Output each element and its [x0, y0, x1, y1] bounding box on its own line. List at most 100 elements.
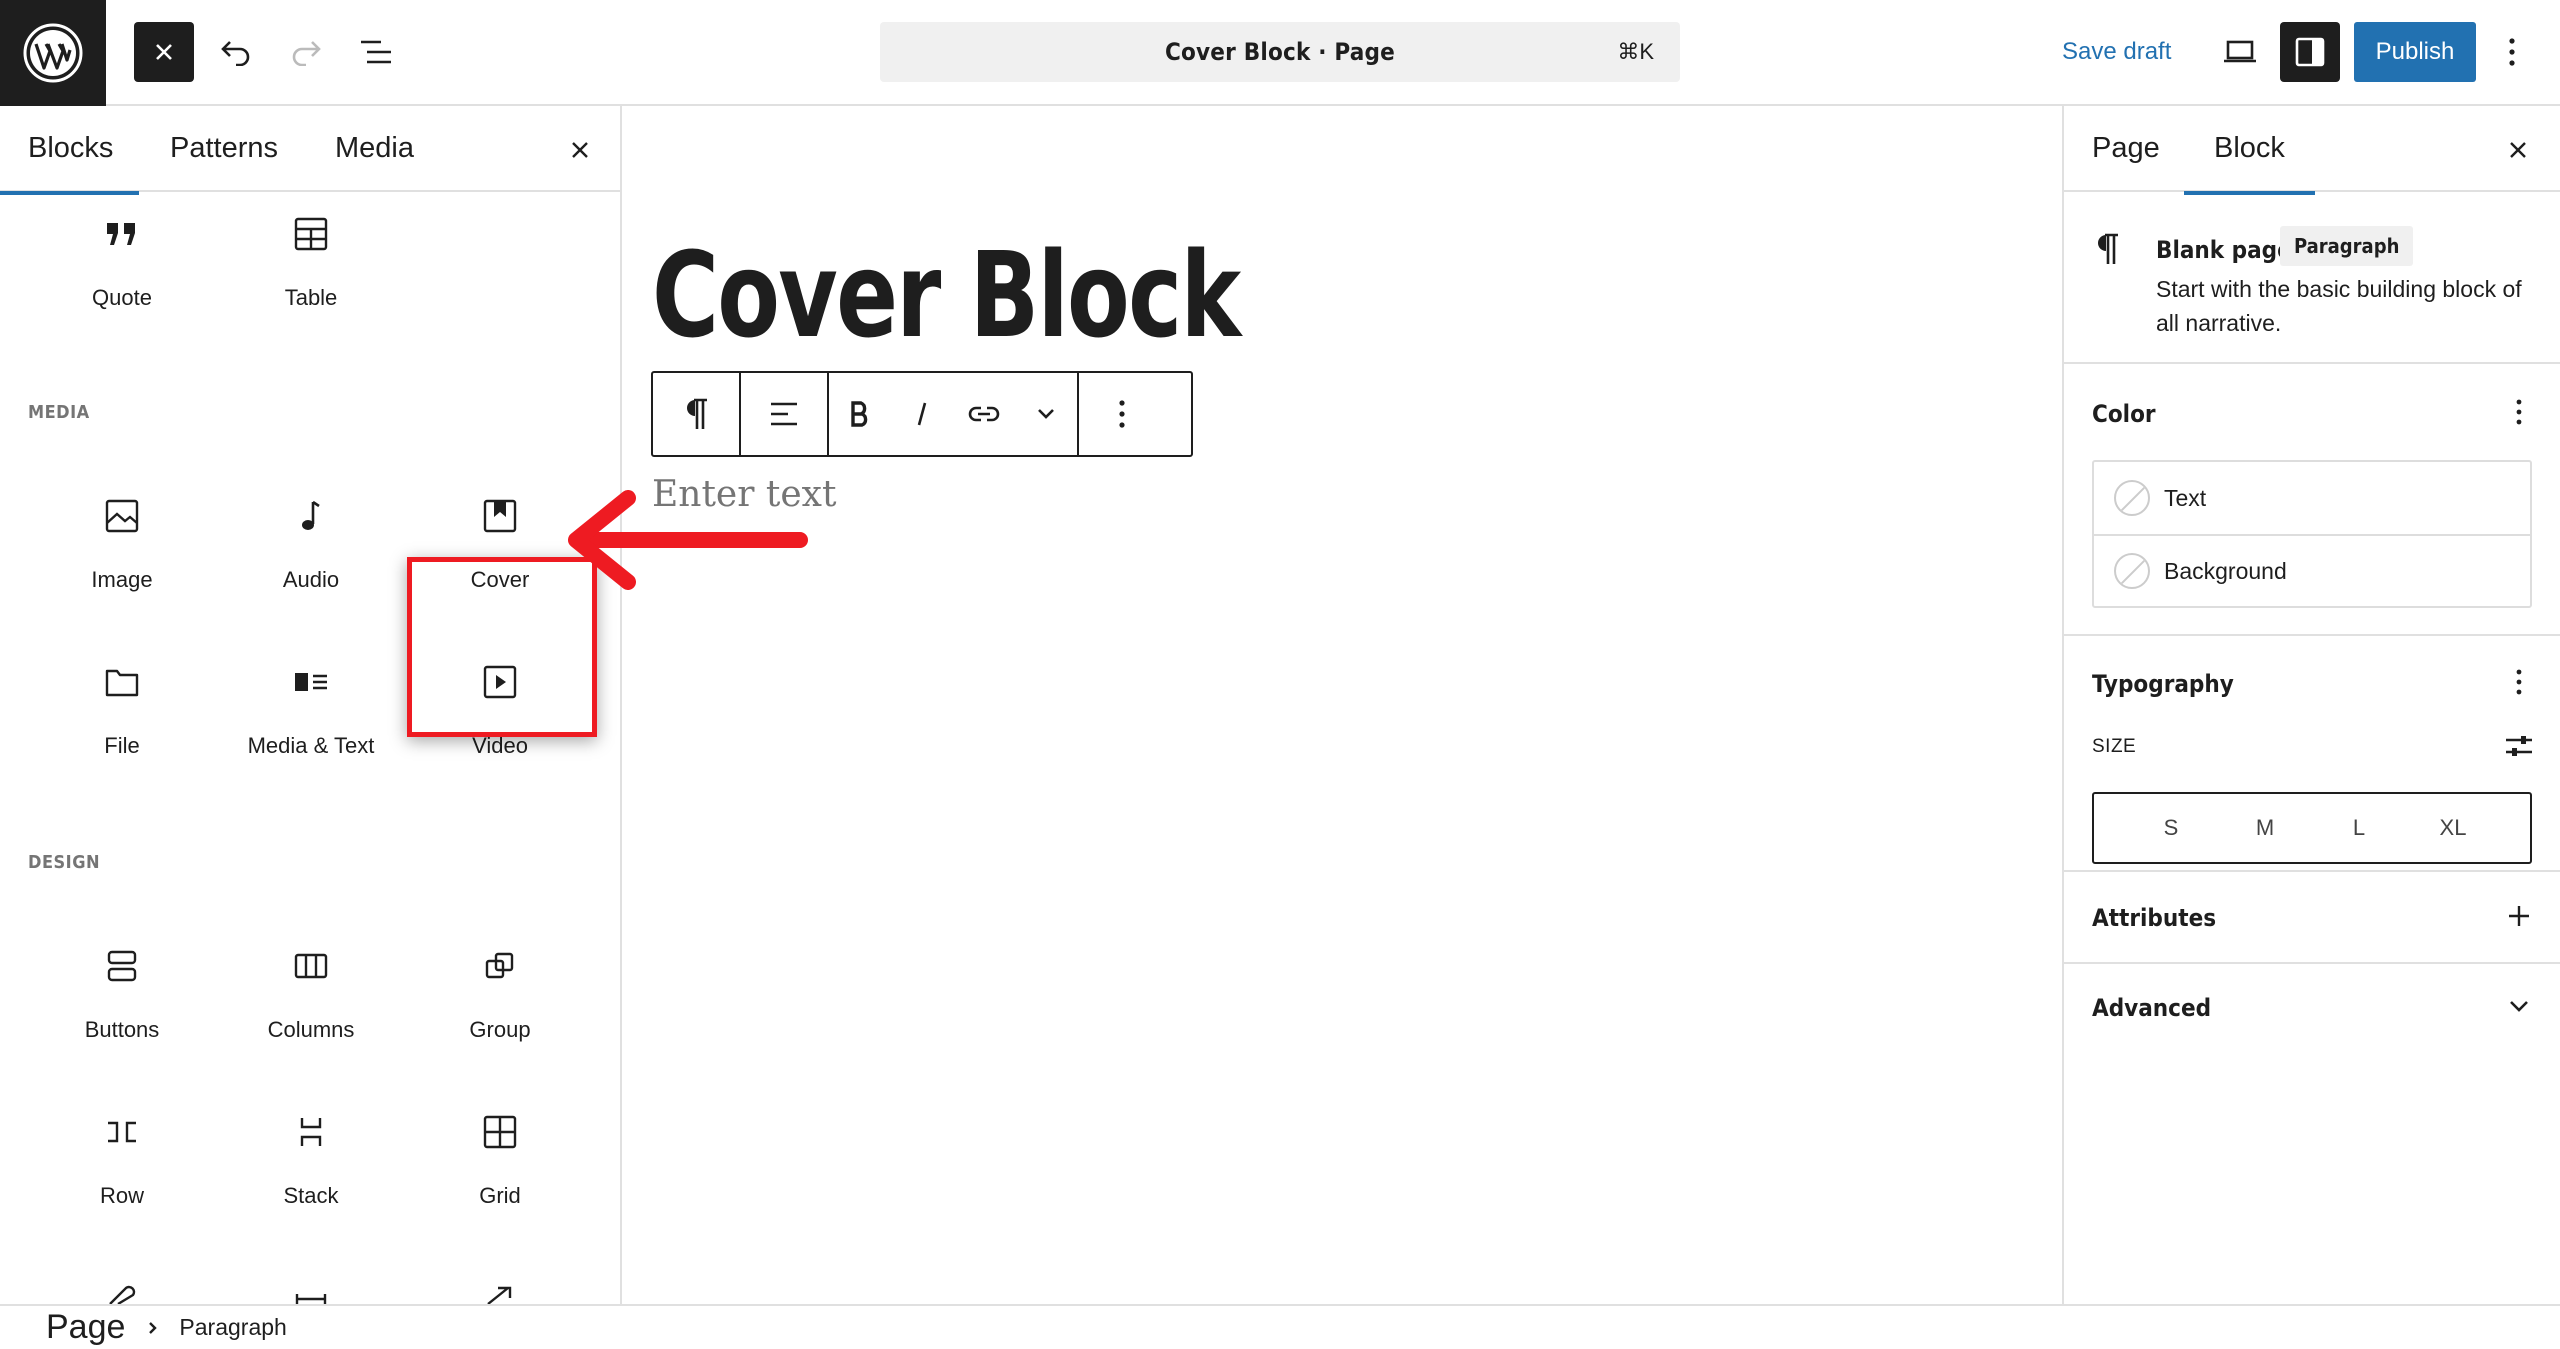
- block-item-stack[interactable]: Stack: [216, 1109, 406, 1259]
- block-type-button[interactable]: [653, 373, 739, 455]
- breadcrumb-root[interactable]: Page: [46, 1308, 125, 1347]
- more-vertical-icon: [2516, 669, 2522, 695]
- block-label: File: [104, 733, 140, 758]
- block-item-grid[interactable]: Grid: [405, 1109, 595, 1259]
- block-label: Image: [91, 567, 153, 592]
- cover-icon: [483, 499, 517, 533]
- advanced-panel-title: Advanced: [2092, 994, 2212, 1022]
- attributes-panel[interactable]: Attributes: [2064, 872, 2560, 964]
- block-label: Table: [284, 285, 338, 310]
- redo-icon: [292, 41, 321, 66]
- block-item-buttons[interactable]: Buttons: [27, 943, 217, 1093]
- link-button[interactable]: [953, 373, 1015, 455]
- block-toolbar: [651, 371, 1193, 457]
- more-icon: [109, 1285, 136, 1304]
- color-item-background[interactable]: Background: [2094, 534, 2530, 606]
- sidebar-tabs: Page Block: [2064, 106, 2560, 195]
- redo-button[interactable]: [276, 22, 336, 82]
- italic-button[interactable]: [891, 373, 953, 455]
- block-label: Row: [99, 1183, 144, 1208]
- document-overview-button[interactable]: [346, 22, 406, 82]
- publish-button[interactable]: Publish: [2354, 22, 2476, 82]
- columns-icon: [294, 953, 328, 979]
- paragraph-icon: [687, 398, 707, 429]
- block-item-audio[interactable]: Audio: [216, 493, 406, 643]
- chevron-down-icon: [2510, 1001, 2528, 1012]
- block-item-table[interactable]: Table: [216, 211, 406, 361]
- bold-button[interactable]: [829, 373, 891, 455]
- wordpress-logo-icon: [23, 23, 83, 83]
- color-item-label: Text: [2164, 484, 2207, 511]
- spacer-icon: [487, 1286, 512, 1304]
- color-panel: Color Text Background: [2064, 366, 2560, 636]
- block-label: Media & Text: [247, 733, 375, 758]
- undo-button[interactable]: [206, 22, 266, 82]
- color-item-text[interactable]: Text: [2094, 462, 2530, 534]
- editor-header: Cover Block · Page ⌘K Save draft Publish: [0, 0, 2560, 106]
- block-label: Audio: [282, 567, 340, 592]
- settings-toggle-button[interactable]: [2280, 22, 2340, 82]
- wordpress-logo-button[interactable]: [0, 0, 106, 106]
- close-icon: [2510, 142, 2526, 158]
- block-item-file[interactable]: File: [27, 659, 217, 809]
- list-view-icon: [361, 40, 391, 64]
- block-card-title: Blank page: [2156, 236, 2292, 264]
- size-option-s[interactable]: S: [2141, 815, 2201, 841]
- typography-options-button[interactable]: [2494, 660, 2544, 704]
- color-options-button[interactable]: [2494, 390, 2544, 434]
- quote-icon: [107, 223, 135, 245]
- block-item-image[interactable]: Image: [27, 493, 217, 643]
- image-icon: [105, 499, 139, 533]
- separator-icon: [295, 1294, 327, 1304]
- block-card: Blank page Paragraph Start with the basi…: [2064, 194, 2560, 364]
- row-icon: [108, 1121, 136, 1143]
- align-left-icon: [771, 402, 797, 426]
- align-button[interactable]: [741, 373, 827, 455]
- paragraph-icon: [2098, 233, 2118, 264]
- desktop-preview-icon: [2224, 40, 2256, 63]
- audio-icon: [302, 500, 320, 530]
- more-formatting-button[interactable]: [1015, 373, 1077, 455]
- group-icon: [485, 952, 514, 979]
- options-menu-button[interactable]: [2482, 22, 2542, 82]
- tab-block[interactable]: Block: [2184, 132, 2315, 195]
- preview-button[interactable]: [2210, 22, 2270, 82]
- command-shortcut: ⌘K: [1617, 39, 1654, 64]
- tab-patterns[interactable]: Patterns: [170, 132, 278, 165]
- block-label: Grid: [479, 1183, 521, 1208]
- grid-icon: [483, 1115, 517, 1149]
- add-attribute-button[interactable]: [2494, 894, 2544, 938]
- close-block-inserter-button[interactable]: [134, 22, 194, 82]
- tab-media[interactable]: Media: [335, 132, 414, 165]
- plus-icon: [2509, 906, 2529, 926]
- save-draft-button[interactable]: Save draft: [2062, 30, 2171, 74]
- document-title: Cover Block · Page: [1164, 38, 1396, 66]
- block-options-button[interactable]: [1079, 373, 1165, 455]
- page-title[interactable]: Cover Block: [652, 226, 1241, 364]
- table-icon: [294, 217, 328, 251]
- block-item-row[interactable]: Row: [27, 1109, 217, 1259]
- tab-page[interactable]: Page: [2092, 132, 2160, 165]
- block-breadcrumb: Page Paragraph: [0, 1304, 2560, 1349]
- custom-size-button[interactable]: [2494, 724, 2544, 768]
- size-option-xl[interactable]: XL: [2423, 815, 2483, 841]
- block-item-media-text[interactable]: Media & Text: [216, 659, 406, 809]
- advanced-toggle-button[interactable]: [2494, 984, 2544, 1028]
- chevron-down-icon: [1038, 409, 1054, 419]
- color-item-label: Background: [2164, 557, 2287, 584]
- block-item-columns[interactable]: Columns: [216, 943, 406, 1093]
- block-card-badge: Paragraph: [2280, 226, 2414, 266]
- advanced-panel[interactable]: Advanced: [2064, 964, 2560, 1056]
- color-list: Text Background: [2092, 460, 2532, 608]
- settings-sidebar: Page Block Blank page Paragraph Start wi…: [2062, 106, 2560, 1304]
- block-item-quote[interactable]: Quote: [27, 211, 217, 361]
- tab-blocks[interactable]: Blocks: [0, 132, 140, 195]
- size-option-m[interactable]: M: [2235, 815, 2295, 841]
- size-option-l[interactable]: L: [2329, 815, 2389, 841]
- swatch-none-icon: [2114, 480, 2150, 516]
- close-inserter-button[interactable]: [560, 130, 600, 170]
- block-item-group[interactable]: Group: [405, 943, 595, 1093]
- close-sidebar-button[interactable]: [2498, 130, 2538, 170]
- more-vertical-icon: [2516, 399, 2522, 425]
- command-palette-button[interactable]: Cover Block · Page ⌘K: [880, 22, 1680, 82]
